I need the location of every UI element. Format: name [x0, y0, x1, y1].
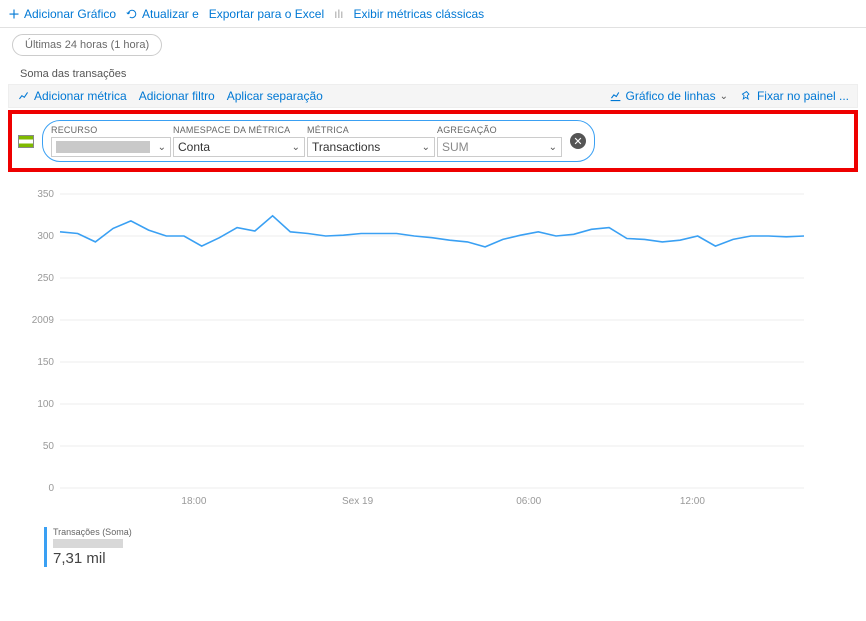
filter-namespace-select[interactable]: Conta ⌄ — [173, 137, 305, 157]
filter-aggregation: AGREGAÇÃO SUM ⌄ — [437, 125, 562, 157]
refresh-button[interactable]: Atualizar e — [126, 7, 199, 21]
classic-label: Exibir métricas clássicas — [353, 7, 484, 21]
svg-text:06:00: 06:00 — [516, 496, 541, 507]
filter-resource: RECURSO ⌄ — [51, 125, 171, 157]
filter-aggregation-value: SUM — [442, 140, 469, 154]
legend-value: 7,31 mil — [53, 550, 866, 567]
line-chart: 0 50 100 150 2009 250 300 350 18:00 Sex 19 06:00 1… — [30, 188, 810, 518]
chart-type-button[interactable]: Gráfico de linhas ⌄ — [609, 89, 728, 103]
add-metric-button[interactable]: Adicionar métrica — [17, 89, 127, 103]
line-chart-icon — [609, 90, 622, 103]
refresh-label: Atualizar e — [142, 7, 199, 21]
export-label: Exportar para o Excel — [209, 7, 324, 21]
legend-bar — [53, 539, 123, 548]
filter-resource-value — [56, 141, 150, 153]
pin-icon — [740, 90, 753, 103]
classic-metrics-button[interactable]: Exibir métricas clássicas — [353, 7, 484, 21]
export-excel-button[interactable]: Exportar para o Excel — [209, 7, 324, 21]
sparkle-icon — [17, 90, 30, 103]
filter-metric-select[interactable]: Transactions ⌄ — [307, 137, 435, 157]
svg-text:18:00: 18:00 — [181, 496, 206, 507]
filter-metric-value: Transactions — [312, 140, 380, 154]
chevron-down-icon: ⌄ — [549, 142, 557, 153]
filter-namespace: NAMESPACE DA MÉTRICA Conta ⌄ — [173, 125, 305, 157]
toolbar-sep: ılı — [334, 7, 343, 21]
chart-legend: Transações (Soma) 7,31 mil — [0, 523, 866, 575]
svg-text:0: 0 — [48, 483, 54, 494]
add-metric-label: Adicionar métrica — [34, 89, 127, 103]
pin-label: Fixar no painel ... — [757, 89, 849, 103]
svg-text:250: 250 — [37, 273, 54, 284]
chart-subtitle: Soma das transações — [0, 56, 866, 84]
chart-actions-bar: Adicionar métrica Adicionar filtro Aplic… — [8, 84, 858, 108]
remove-metric-button[interactable]: ✕ — [570, 133, 586, 149]
filter-metric-label: MÉTRICA — [307, 125, 435, 135]
filter-resource-label: RECURSO — [51, 125, 171, 135]
svg-text:350: 350 — [37, 189, 54, 200]
add-chart-label: Adicionar Gráfico — [24, 7, 116, 21]
chevron-down-icon: ⌄ — [158, 142, 166, 153]
filter-aggregation-label: AGREGAÇÃO — [437, 125, 562, 135]
apply-split-button[interactable]: Aplicar separação — [227, 89, 323, 103]
add-chart-button[interactable]: Adicionar Gráfico — [8, 7, 116, 21]
chevron-down-icon: ⌄ — [720, 91, 728, 102]
top-toolbar: Adicionar Gráfico Atualizar e Exportar p… — [0, 0, 866, 28]
chevron-down-icon: ⌄ — [422, 142, 430, 153]
svg-text:2009: 2009 — [32, 315, 55, 326]
filter-namespace-value: Conta — [178, 140, 210, 154]
filter-resource-select[interactable]: ⌄ — [51, 137, 171, 157]
plus-icon — [8, 8, 20, 20]
add-filter-button[interactable]: Adicionar filtro — [139, 89, 215, 103]
chevron-down-icon: ⌄ — [292, 142, 300, 153]
chart-type-label: Gráfico de linhas — [626, 89, 716, 103]
filter-namespace-label: NAMESPACE DA MÉTRICA — [173, 125, 305, 135]
svg-text:100: 100 — [37, 399, 54, 410]
storage-icon — [18, 135, 34, 148]
svg-text:50: 50 — [43, 441, 55, 452]
time-range-row: Últimas 24 horas (1 hora) — [0, 28, 866, 56]
svg-text:300: 300 — [37, 231, 54, 242]
chart-area: 0 50 100 150 2009 250 300 350 18:00 Sex 19 06:00 1… — [0, 172, 866, 523]
legend-item[interactable]: Transações (Soma) 7,31 mil — [44, 527, 866, 567]
filter-metric: MÉTRICA Transactions ⌄ — [307, 125, 435, 157]
svg-text:150: 150 — [37, 357, 54, 368]
svg-text:Sex 19: Sex 19 — [342, 496, 374, 507]
legend-label: Transações (Soma) — [53, 527, 866, 537]
refresh-icon — [126, 8, 138, 20]
svg-text:12:00: 12:00 — [680, 496, 705, 507]
filter-aggregation-select[interactable]: SUM ⌄ — [437, 137, 562, 157]
time-range-pill[interactable]: Últimas 24 horas (1 hora) — [12, 34, 162, 56]
pin-button[interactable]: Fixar no painel ... — [740, 89, 849, 103]
metric-filter-highlight: RECURSO ⌄ NAMESPACE DA MÉTRICA Conta ⌄ M… — [8, 110, 858, 172]
